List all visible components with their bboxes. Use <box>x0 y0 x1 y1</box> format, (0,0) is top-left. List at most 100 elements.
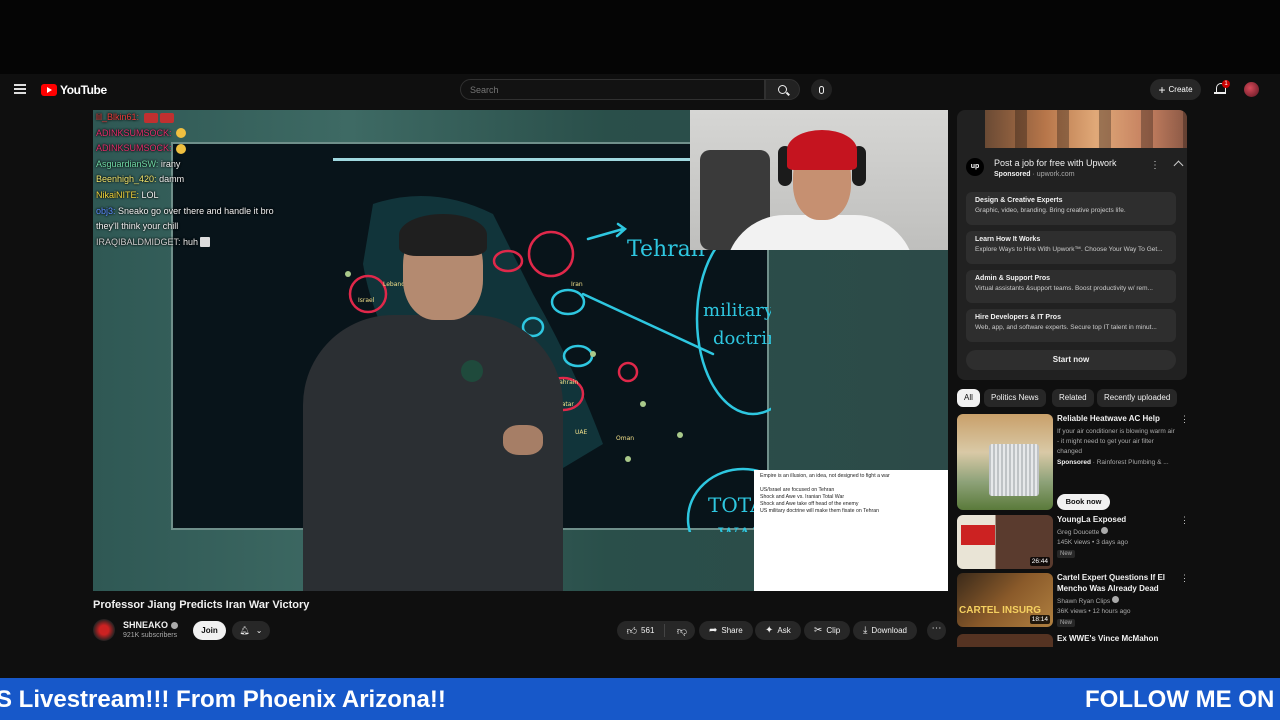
ad-more-icon[interactable]: ⋮ <box>1150 160 1160 171</box>
chat-message: ADINKSUMSOCK: <box>96 126 296 142</box>
ad-item-subtitle: Web, app, and software experts. Secure t… <box>975 324 1157 331</box>
ad-title[interactable]: Post a job for free with Upwork <box>994 158 1117 168</box>
sparkle-icon: ✦ <box>765 625 774 636</box>
chat-message: IRAQIBALDMIDGET: huh <box>96 235 296 251</box>
new-badge: New <box>1057 619 1076 627</box>
rec-channel[interactable]: Shawn Ryan Clips <box>1057 596 1177 607</box>
note-line: US military doctrine will make them fixa… <box>760 508 879 514</box>
rec-description: If your air conditioner is blowing warm … <box>1057 428 1175 455</box>
scissors-icon: ✂ <box>814 625 823 636</box>
create-button[interactable]: + Create <box>1150 79 1201 100</box>
sponsored-recommendation[interactable]: Reliable Heatwave AC Help If your air co… <box>957 414 1189 514</box>
ad-item-title: Admin & Support Pros <box>975 275 1051 282</box>
ac-ad-thumbnail[interactable] <box>957 414 1053 510</box>
upwork-logo[interactable]: up <box>966 158 984 176</box>
notes-panel: Empire is an illusion, an idea, not desi… <box>754 470 948 591</box>
rec-channel[interactable]: Greg Doucette <box>1057 527 1177 538</box>
channel-avatar[interactable] <box>93 619 115 641</box>
ticker-text-left: S Livestream!!! From Phoenix Arizona!! <box>0 686 446 713</box>
chip-recently-uploaded[interactable]: Recently uploaded <box>1097 389 1178 407</box>
note-line: Shock and Awe take off head of the enemy <box>760 501 859 507</box>
streamer-webcam <box>690 110 948 250</box>
ad-item[interactable]: Hire Developers & IT Pros Web, app, and s… <box>966 309 1176 342</box>
search-input[interactable] <box>461 80 764 100</box>
menu-icon[interactable] <box>14 84 26 94</box>
chat-message: NikaiNITE: LOL <box>96 188 296 204</box>
video-recommendation[interactable]: 26:44 YoungLa Exposed Greg Doucette 145K… <box>957 515 1189 569</box>
video-recommendation[interactable]: CARTEL INSURG 18:14 Cartel Expert Questi… <box>957 573 1189 627</box>
youtube-page: YouTube +Create 1 <box>0 74 1280 678</box>
ad-banner-image[interactable] <box>985 110 1187 148</box>
chip-all[interactable]: All <box>957 389 980 407</box>
bell-icon: 🔔︎ <box>239 626 250 635</box>
join-button[interactable]: Join <box>193 621 226 640</box>
video-player[interactable]: Tehran military doctrine TOTAL WAR Iran … <box>93 110 948 591</box>
lecturer-hair <box>399 214 487 256</box>
share-icon: ➦ <box>709 625 718 636</box>
chat-text: huh <box>183 236 199 247</box>
ad-item[interactable]: Design & Creative Experts Graphic, video,… <box>966 192 1176 225</box>
chat-message: obj3: Sneako go over there and handle it… <box>96 204 296 235</box>
clip-button[interactable]: ✂ Clip <box>804 621 851 640</box>
search-button[interactable] <box>765 79 800 100</box>
like-dislike-group: 👍︎ 561 👎︎ <box>617 621 695 640</box>
dislike-button[interactable]: 👎︎ <box>669 625 695 637</box>
lapel-mic <box>461 360 483 382</box>
share-button[interactable]: ➦ Share <box>699 621 753 640</box>
chat-username: NikaiNITE: <box>96 189 142 200</box>
rec-channel-name[interactable]: Greg Doucette <box>1057 529 1099 536</box>
video-recommendation[interactable]: Ex WWE's Vince McMahon <box>957 634 1187 647</box>
chat-emote-icon <box>176 143 187 154</box>
rec-thumbnail[interactable]: 26:44 <box>957 515 1053 569</box>
collapse-icon[interactable] <box>1173 160 1184 171</box>
rec-more-icon[interactable]: ⋮ <box>1180 414 1189 425</box>
chat-emote-icon <box>176 128 187 139</box>
rec-title[interactable]: Ex WWE's Vince McMahon <box>1057 634 1175 645</box>
chat-username: Beenhigh_420: <box>96 174 160 185</box>
board-word-doctrine-2: doctrine <box>713 328 771 349</box>
rec-more-icon[interactable]: ⋮ <box>1180 515 1189 526</box>
rec-thumbnail[interactable]: CARTEL INSURG 18:14 <box>957 573 1053 627</box>
account-avatar[interactable] <box>1244 82 1259 97</box>
chip-related[interactable]: Related <box>1052 389 1094 407</box>
book-now-button[interactable]: Book now <box>1057 494 1110 510</box>
channel-name[interactable]: SHNEAKO <box>123 620 179 630</box>
red-beanie <box>787 130 857 170</box>
lecturer <box>303 214 563 591</box>
voice-search-button[interactable] <box>811 79 832 100</box>
like-count: 561 <box>641 626 655 635</box>
chat-emote-icon <box>200 237 211 248</box>
upwork-ad[interactable]: up Post a job for free with Upwork Spons… <box>957 110 1187 380</box>
chat-text: Sneako go over there and handle it bro t… <box>96 205 274 232</box>
chip-politics-news[interactable]: Politics News <box>984 389 1046 407</box>
chat-message: Beenhigh_420: damm <box>96 172 296 188</box>
note-gap <box>760 480 942 487</box>
start-now-button[interactable]: Start now <box>966 350 1176 370</box>
chat-emote-icon <box>143 112 158 123</box>
ask-button[interactable]: ✦ Ask <box>755 621 801 640</box>
download-button[interactable]: ⤓ Download <box>853 621 917 640</box>
youtube-logo[interactable]: YouTube <box>41 83 107 97</box>
channel-name-text[interactable]: SHNEAKO <box>123 620 168 630</box>
like-button[interactable]: 👍︎ 561 <box>617 624 665 637</box>
search-icon <box>778 85 787 94</box>
subscription-bell-button[interactable]: 🔔︎ ⌄ <box>232 621 270 640</box>
thumbs-down-icon: 👎︎ <box>676 625 688 637</box>
svg-text:UAE: UAE <box>575 429 587 436</box>
search-box[interactable] <box>460 79 765 100</box>
more-actions-button[interactable]: ⋯ <box>927 621 946 640</box>
rec-more-icon[interactable]: ⋮ <box>1180 573 1189 584</box>
rec-channel-name[interactable]: Shawn Ryan Clips <box>1057 598 1110 605</box>
rec-title[interactable]: Reliable Heatwave AC Help <box>1057 414 1175 425</box>
ad-item[interactable]: Admin & Support Pros Virtual assistants &… <box>966 270 1176 303</box>
ad-sponsored-label: Sponsored <box>994 171 1031 178</box>
share-label: Share <box>721 626 743 635</box>
chat-message: ADINKSUMSOCK: <box>96 141 296 157</box>
rec-title[interactable]: Cartel Expert Questions If El Mencho Was… <box>1057 573 1175 594</box>
rec-thumbnail[interactable] <box>957 634 1053 647</box>
note-line: Empire is an illusion, an idea, not desi… <box>760 473 890 479</box>
rec-title[interactable]: YoungLa Exposed <box>1057 515 1175 526</box>
chevron-down-icon: ⌄ <box>255 626 263 635</box>
video-title: Professor Jiang Predicts Iran War Victor… <box>93 599 310 611</box>
ad-item[interactable]: Learn How It Works Explore Ways to Hire W… <box>966 231 1176 264</box>
